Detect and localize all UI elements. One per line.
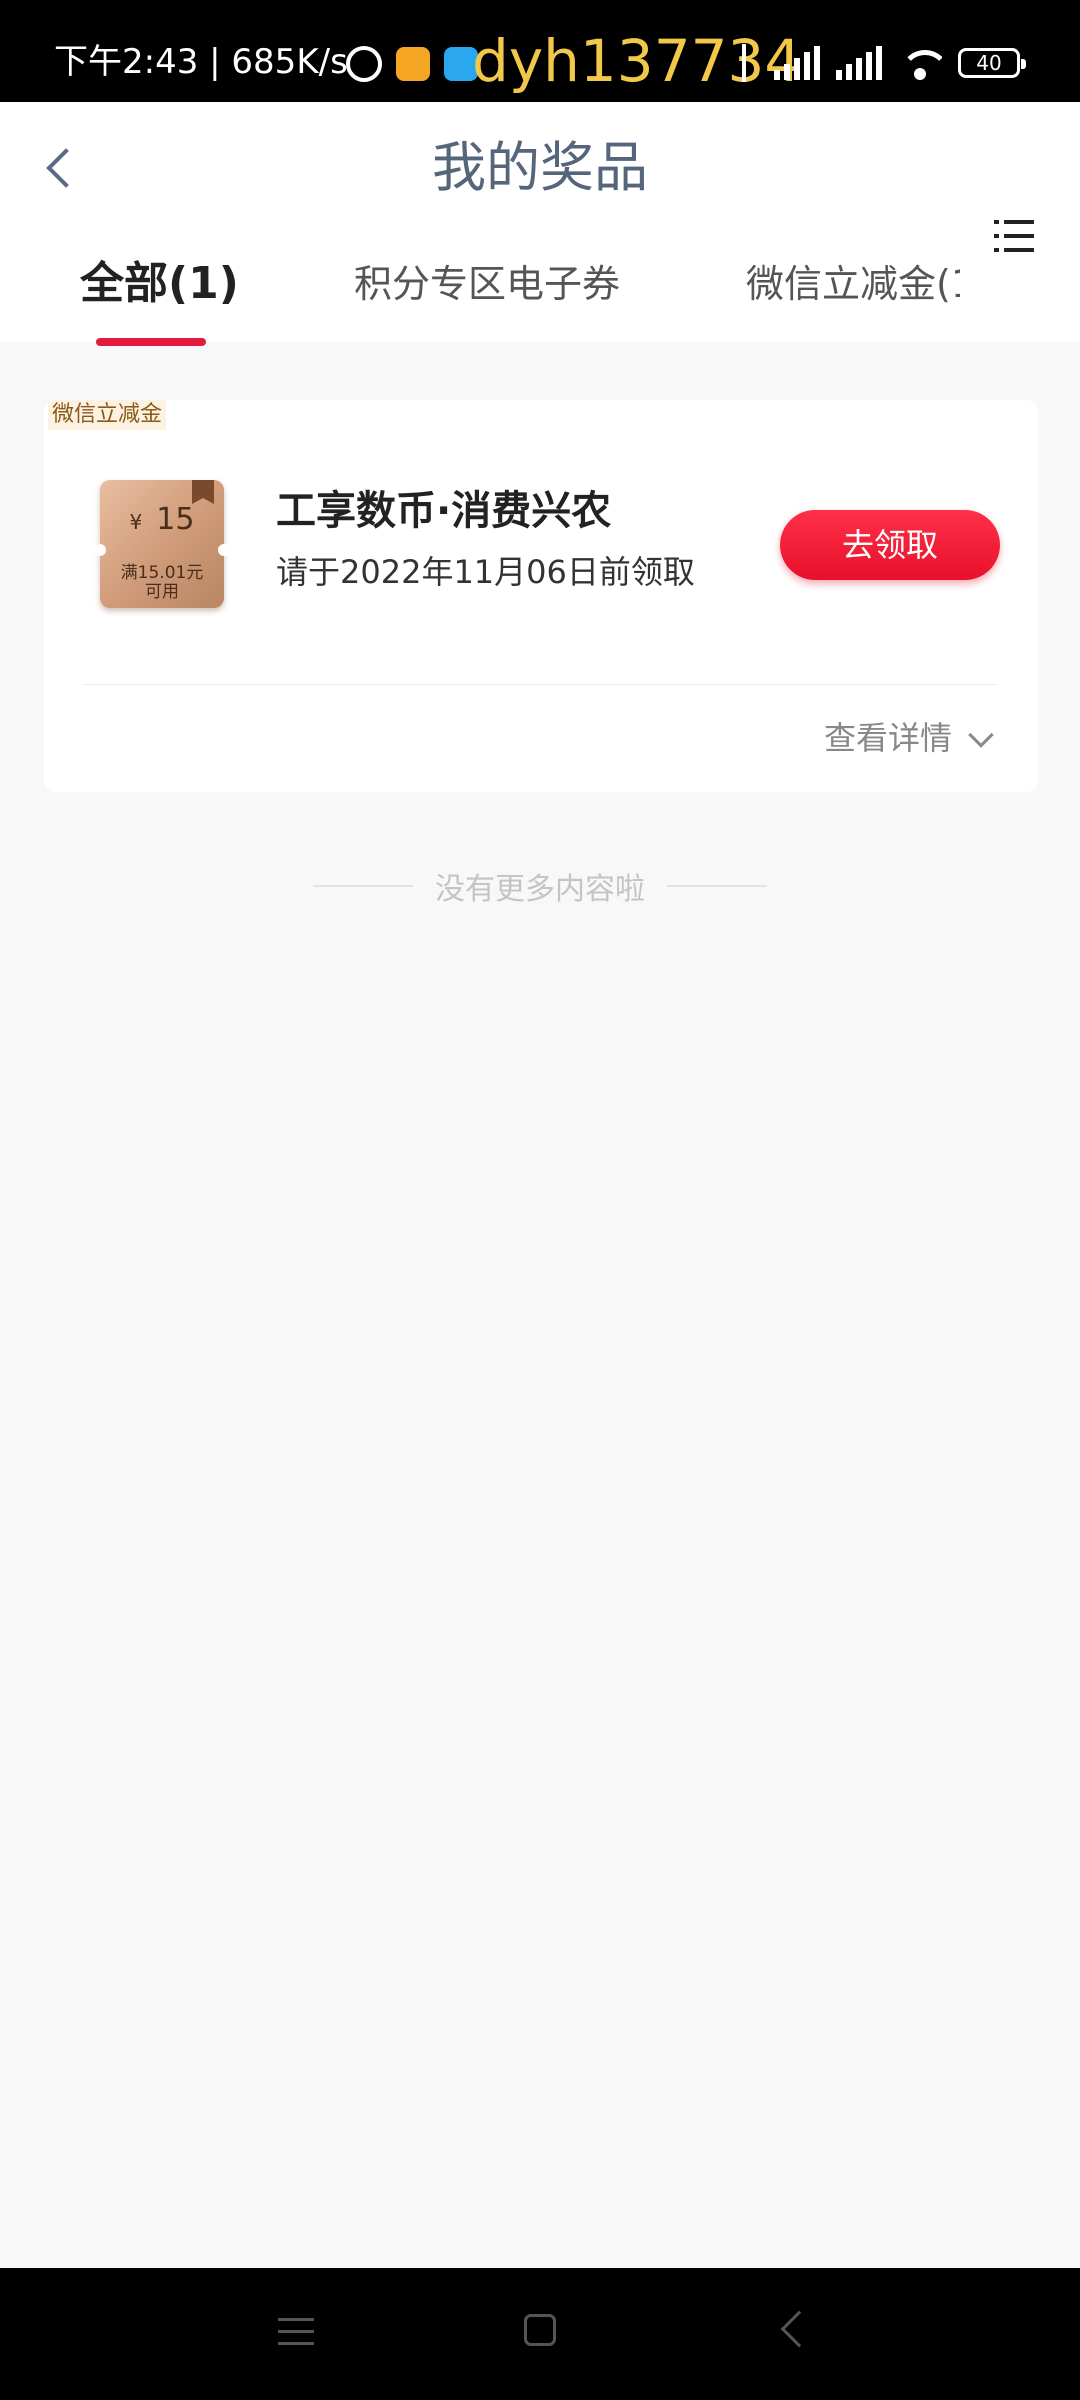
tab-points-ecoupons[interactable]: 积分专区电子券 (354, 252, 620, 316)
divider (84, 684, 998, 685)
view-details-label: 查看详情 (824, 719, 953, 757)
battery-icon: 40 (958, 48, 1026, 78)
prize-card: 微信立减金 ¥15 满15.01元 可用 工享数币·消费兴农 请于2022年11… (44, 400, 1038, 792)
chevron-down-icon (968, 722, 994, 748)
coupon-value: 15 (156, 502, 195, 537)
tab-wechat-discount[interactable]: 微信立减金(1 (746, 252, 960, 316)
app-notification-icon (396, 47, 430, 81)
system-navigation-bar (0, 2268, 1080, 2400)
signal-icon (774, 46, 820, 80)
divider-left (313, 885, 413, 887)
coupon-icon: ¥15 满15.01元 可用 (94, 480, 230, 608)
no-more-text: 没有更多内容啦 (435, 872, 645, 907)
prize-type-badge: 微信立减金 (48, 400, 167, 430)
active-tab-indicator (96, 338, 206, 346)
status-time-speed: 下午2:43 | 685K/s (54, 42, 348, 82)
list-menu-icon[interactable] (994, 216, 1034, 256)
ribbon-icon (192, 480, 214, 504)
status-notification-icons (346, 46, 478, 82)
page-header: 我的奖品 全部(1) 积分专区电子券 微信立减金(1 (0, 102, 1080, 346)
status-system-icons: 40 (736, 44, 1026, 82)
page-title: 我的奖品 (432, 136, 648, 199)
wifi-icon (898, 46, 942, 80)
view-details-button[interactable]: 查看详情 (824, 716, 994, 760)
prize-name: 工享数币·消费兴农 (276, 488, 612, 534)
coupon-condition: 满15.01元 可用 (100, 564, 224, 602)
coupon-condition-line2: 可用 (145, 582, 179, 602)
coupon-currency: ¥ (129, 510, 143, 534)
alarm-icon (346, 46, 382, 82)
tab-bar: 全部(1) 积分专区电子券 微信立减金(1 (0, 252, 1080, 346)
tab-all[interactable]: 全部(1) (80, 252, 239, 316)
divider-right (667, 885, 767, 887)
home-icon[interactable] (524, 2314, 556, 2346)
recent-apps-icon[interactable] (278, 2314, 314, 2350)
coupon-amount: ¥15 (100, 502, 224, 540)
bluetooth-icon (736, 44, 758, 82)
hd-signal-icon (836, 46, 882, 80)
no-more-indicator: 没有更多内容啦 (0, 862, 1080, 910)
status-bar: 下午2:43 | 685K/s dyh137734 40 (0, 0, 1080, 102)
back-icon[interactable] (780, 2310, 818, 2348)
claim-button[interactable]: 去领取 (780, 510, 1000, 580)
coupon-condition-line1: 满15.01元 (120, 563, 204, 583)
prize-deadline: 请于2022年11月06日前领取 (276, 553, 695, 591)
